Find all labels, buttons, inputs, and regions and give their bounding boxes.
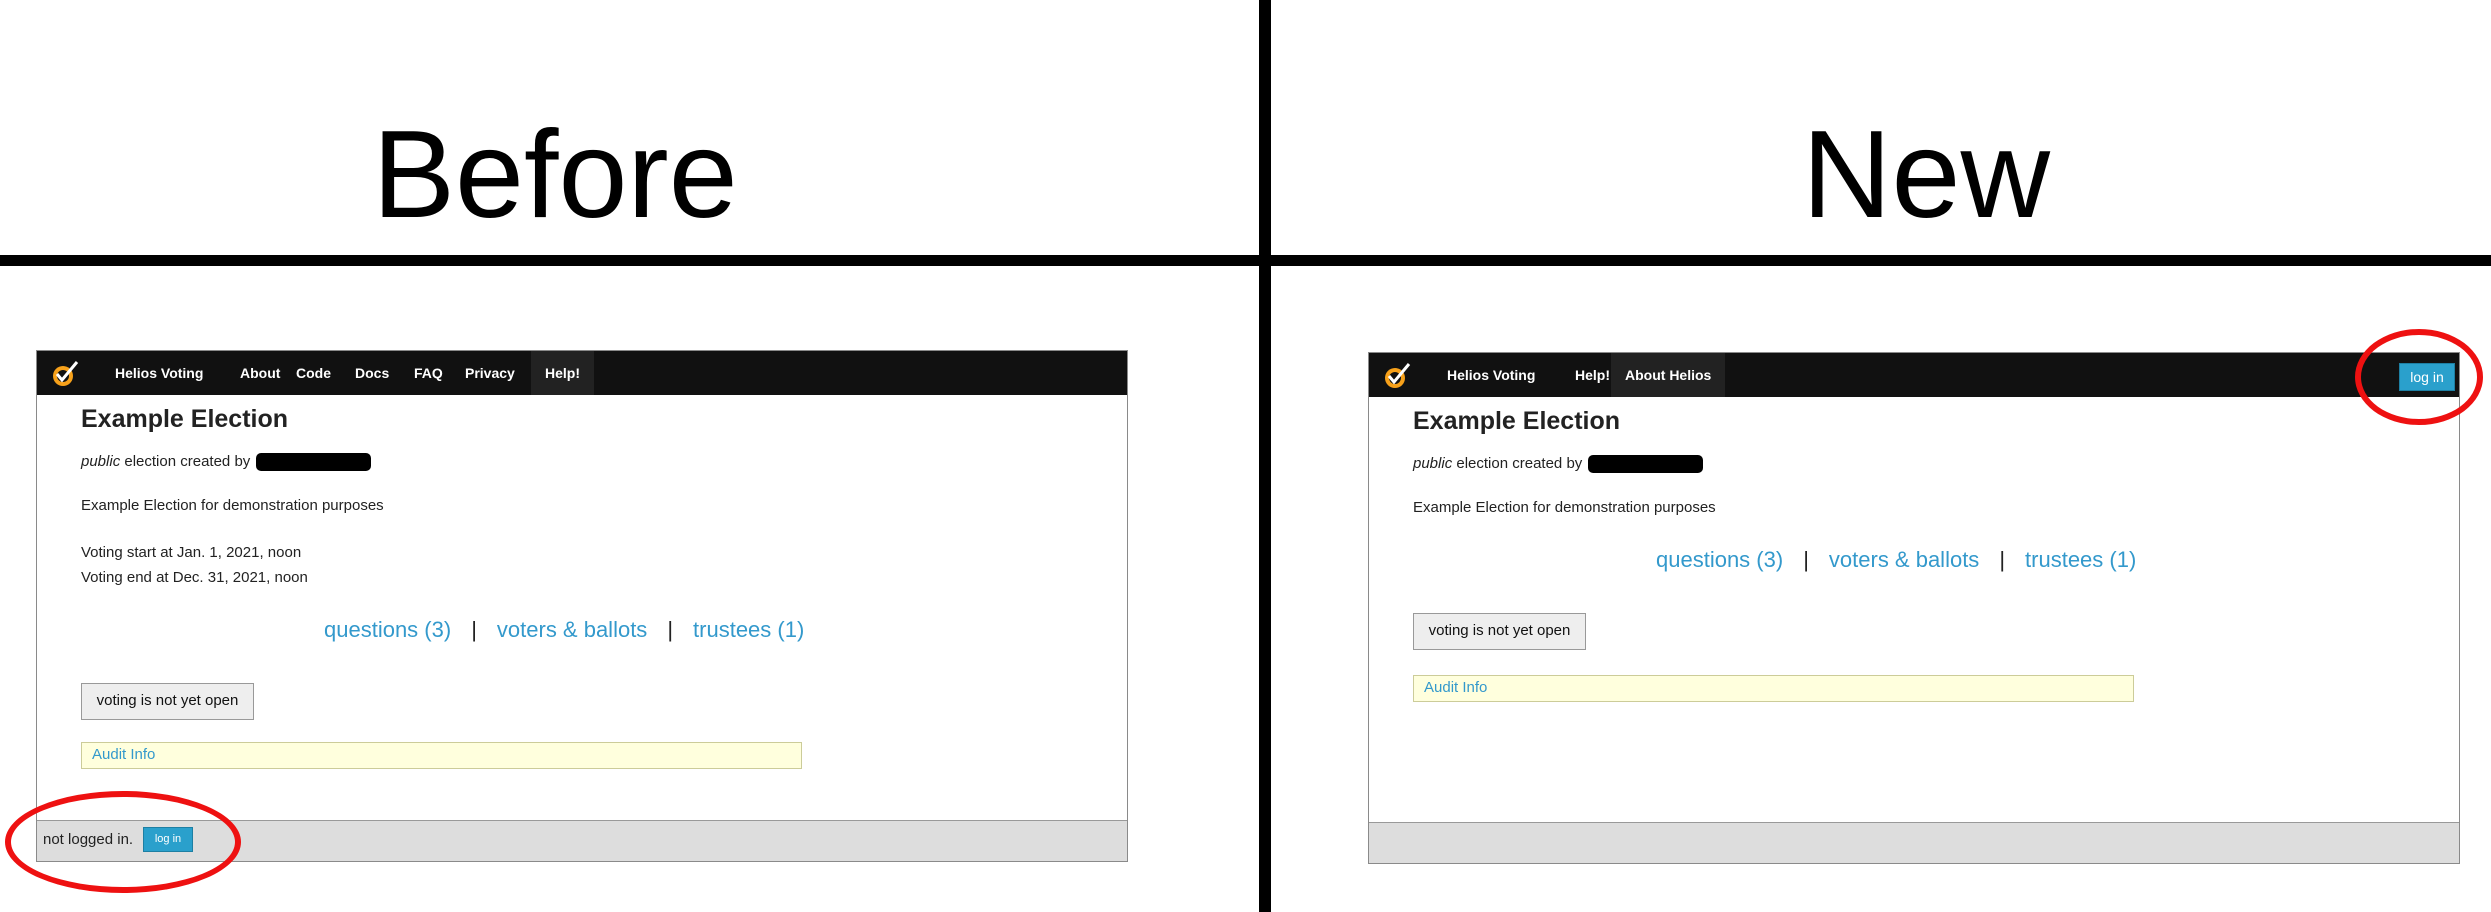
created-by-text: election created by [120, 453, 251, 470]
link-separator: | [667, 617, 674, 642]
nav-docs[interactable]: Docs [341, 351, 403, 395]
vertical-divider [1259, 0, 1271, 912]
nav-faq[interactable]: FAQ [400, 351, 457, 395]
helios-logo-icon [53, 361, 79, 386]
voting-start: Voting start at Jan. 1, 2021, noon [81, 544, 302, 561]
voting-status-button[interactable]: voting is not yet open [1413, 613, 1586, 650]
nav-about-helios[interactable]: About Helios [1611, 353, 1726, 397]
voting-status-button[interactable]: voting is not yet open [81, 683, 254, 720]
new-navbar: Helios Voting Help! About Helios log in [1369, 353, 2459, 397]
created-by-text: election created by [1452, 455, 1583, 472]
nav-privacy[interactable]: Privacy [451, 351, 529, 395]
public-label: public [1413, 455, 1453, 472]
election-title: Example Election [1413, 407, 1621, 435]
highlight-ellipse [2355, 329, 2483, 425]
trustees-link[interactable]: trustees (1) [2025, 547, 2136, 572]
trustees-link[interactable]: trustees (1) [693, 617, 804, 642]
audit-info-box[interactable]: Audit Info [1413, 675, 2134, 702]
nav-helios-voting[interactable]: Helios Voting [101, 351, 217, 395]
nav-code[interactable]: Code [282, 351, 345, 395]
before-screenshot: Helios Voting About Code Docs FAQ Privac… [36, 350, 1128, 862]
election-title: Example Election [81, 405, 289, 433]
new-footer [1369, 822, 2459, 863]
voters-ballots-link[interactable]: voters & ballots [497, 617, 647, 642]
created-by-line: public election created by [1413, 455, 1704, 474]
election-description: Example Election for demonstration purpo… [1413, 499, 1716, 516]
voting-end: Voting end at Dec. 31, 2021, noon [81, 569, 308, 586]
new-title: New [1801, 106, 2051, 244]
election-links: questions (3) | voters & ballots | trustees … [1656, 547, 2136, 573]
highlight-ellipse [5, 791, 241, 893]
new-screenshot: Helios Voting Help! About Helios log in … [1368, 352, 2460, 864]
voters-ballots-link[interactable]: voters & ballots [1829, 547, 1979, 572]
link-separator: | [1999, 547, 2006, 572]
public-label: public [81, 453, 121, 470]
helios-logo-icon [1385, 363, 1411, 388]
nav-helios-voting[interactable]: Helios Voting [1433, 353, 1549, 397]
horizontal-divider [0, 255, 2491, 266]
redacted-author [256, 453, 372, 472]
link-separator: | [1803, 547, 1809, 572]
link-separator: | [471, 617, 477, 642]
election-links: questions (3) | voters & ballots | trustees … [324, 617, 804, 643]
nav-help[interactable]: Help! [531, 351, 594, 395]
before-navbar: Helios Voting About Code Docs FAQ Privac… [37, 351, 1127, 395]
questions-link[interactable]: questions (3) [1656, 547, 1783, 572]
redacted-author [1588, 455, 1704, 474]
audit-info-box[interactable]: Audit Info [81, 742, 802, 769]
questions-link[interactable]: questions (3) [324, 617, 451, 642]
before-title: Before [372, 106, 738, 244]
election-description: Example Election for demonstration purpo… [81, 497, 384, 514]
created-by-line: public election created by [81, 453, 372, 472]
